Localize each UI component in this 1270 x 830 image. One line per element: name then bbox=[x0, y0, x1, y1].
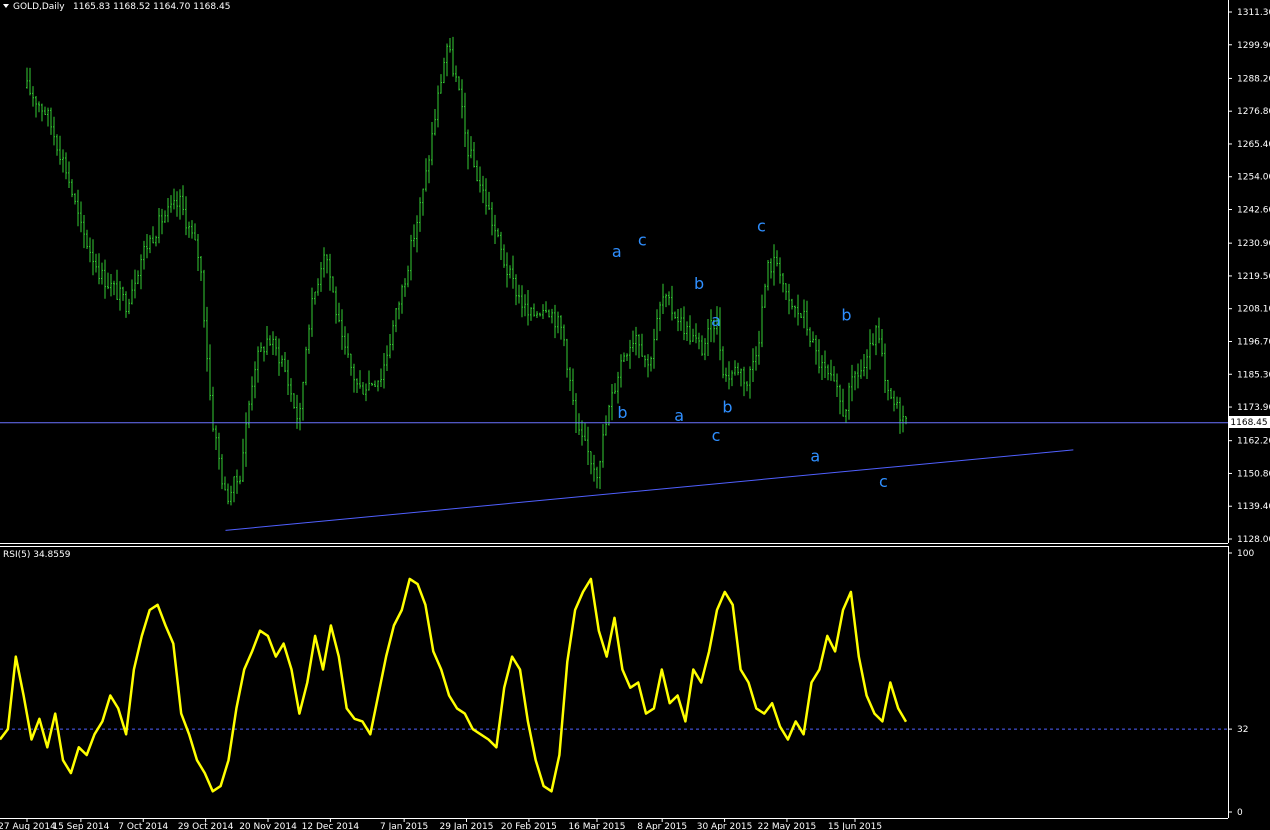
wave-label-a: a bbox=[711, 311, 721, 330]
time-tick-label: 20 Nov 2014 bbox=[239, 822, 297, 830]
wave-label-b: b bbox=[841, 305, 851, 324]
price-tick-label: 1230.90 bbox=[1237, 239, 1270, 249]
current-price-tag-text: 1168.45 bbox=[1230, 418, 1267, 428]
price-tick-label: 1208.10 bbox=[1237, 305, 1270, 315]
price-tick-label: 1288.20 bbox=[1237, 74, 1270, 84]
time-tick-label: 20 Feb 2015 bbox=[501, 822, 557, 830]
wave-label-b: b bbox=[617, 403, 627, 422]
main-chart-header: GOLD,Daily 1165.83 1168.52 1164.70 1168.… bbox=[3, 2, 230, 12]
price-tick-label: 1265.40 bbox=[1237, 140, 1270, 150]
price-tick-label: 1185.30 bbox=[1237, 370, 1270, 380]
chart-canvas: 1311.30 1299.90 1288.20 1276.80 1265.40 1254.… bbox=[0, 0, 1270, 830]
time-tick-label: 7 Jan 2015 bbox=[380, 822, 428, 830]
wave-label-b: b bbox=[694, 274, 704, 293]
wave-label-c: c bbox=[712, 426, 721, 445]
price-tick-label: 1196.70 bbox=[1237, 337, 1270, 347]
time-tick-label: 15 Sep 2014 bbox=[52, 822, 109, 830]
wave-label-c: c bbox=[879, 472, 888, 491]
price-tick-label: 1150.80 bbox=[1237, 469, 1270, 479]
time-tick-label: 30 Apr 2015 bbox=[697, 822, 753, 830]
time-tick-label: 12 Dec 2014 bbox=[302, 822, 360, 830]
wave-label-a: a bbox=[674, 406, 684, 425]
wave-label-c: c bbox=[638, 231, 647, 250]
price-tick-label: 1219.50 bbox=[1237, 272, 1270, 282]
price-tick-label: 1242.60 bbox=[1237, 206, 1270, 216]
price-tick-label: 1311.30 bbox=[1237, 8, 1270, 18]
time-tick-label: 15 Jun 2015 bbox=[828, 822, 882, 830]
price-tick-label: 1254.00 bbox=[1237, 173, 1270, 183]
wave-label-b: b bbox=[722, 397, 732, 416]
current-price-tag: 1168.45 bbox=[1229, 416, 1270, 428]
chart-background bbox=[0, 0, 1270, 830]
wave-label-c: c bbox=[757, 216, 766, 235]
time-tick-label: 29 Jan 2015 bbox=[440, 822, 494, 830]
wave-label-a: a bbox=[810, 446, 820, 465]
time-tick-label: 29 Oct 2014 bbox=[178, 822, 234, 830]
rsi-tick-label: 0 bbox=[1237, 808, 1243, 818]
header-ohlc: 1165.83 1168.52 1164.70 1168.45 bbox=[73, 2, 230, 12]
time-tick-label: 27 Aug 2014 bbox=[0, 822, 56, 830]
price-tick-label: 1162.20 bbox=[1237, 437, 1270, 447]
price-tick-label: 1299.90 bbox=[1237, 41, 1270, 51]
price-tick-label: 1128.00 bbox=[1237, 535, 1270, 545]
rsi-tick-label: 100 bbox=[1237, 549, 1254, 559]
header-symbol: GOLD,Daily bbox=[13, 2, 65, 12]
time-tick-label: 7 Oct 2014 bbox=[118, 822, 168, 830]
rsi-header-label: RSI(5) 34.8559 bbox=[3, 550, 71, 560]
time-tick-label: 16 Mar 2015 bbox=[568, 822, 625, 830]
time-tick-label: 8 Apr 2015 bbox=[637, 822, 687, 830]
time-tick-label: 22 May 2015 bbox=[758, 822, 817, 830]
price-tick-label: 1276.80 bbox=[1237, 107, 1270, 117]
price-tick-label: 1173.90 bbox=[1237, 403, 1270, 413]
wave-label-a: a bbox=[612, 242, 622, 261]
rsi-tick-label: 32 bbox=[1237, 725, 1248, 735]
price-tick-label: 1139.40 bbox=[1237, 502, 1270, 512]
